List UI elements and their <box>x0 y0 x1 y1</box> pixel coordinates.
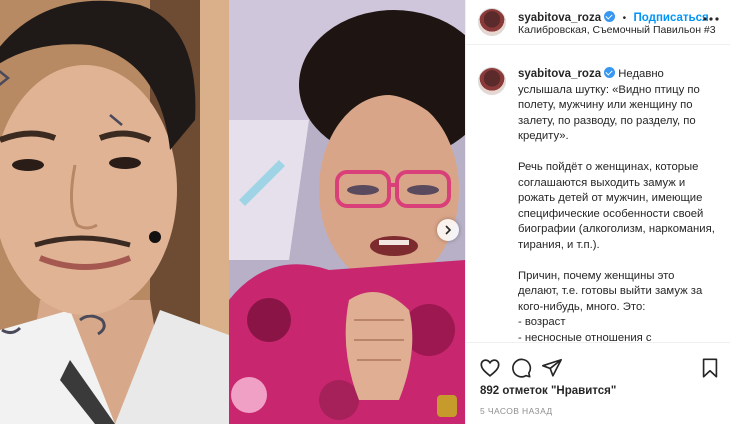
next-image-button[interactable] <box>437 219 459 241</box>
bookmark-icon[interactable] <box>699 357 721 379</box>
avatar[interactable] <box>478 8 506 36</box>
caption-area: syabitova_roza Недавно услышала шутку: «… <box>466 45 730 342</box>
comment-icon[interactable] <box>510 357 532 379</box>
post-location[interactable]: Калибровская, Съемочный Павильон #3 <box>518 24 716 36</box>
verified-badge-icon <box>604 11 616 22</box>
header-separator: • <box>622 13 627 24</box>
photo-man <box>0 0 229 424</box>
caption-verified-badge-icon <box>604 67 616 78</box>
caption-username[interactable]: syabitova_roza <box>518 68 601 80</box>
header-username[interactable]: syabitova_roza <box>518 12 601 24</box>
share-icon[interactable] <box>541 357 563 379</box>
photo-woman <box>229 0 465 424</box>
post-actions: 892 отметок "Нравится" 5 ЧАСОВ НАЗАД <box>466 342 730 425</box>
follow-button[interactable]: Подписаться <box>634 12 709 24</box>
likes-count[interactable]: 892 отметок "Нравится" <box>480 385 616 397</box>
caption-avatar[interactable] <box>478 67 506 95</box>
post-side-panel: syabitova_roza • Подписаться Калибровска… <box>466 0 730 425</box>
caption: syabitova_roza Недавно услышала шутку: «… <box>518 67 718 342</box>
post-header: syabitova_roza • Подписаться Калибровска… <box>466 0 730 45</box>
post-media[interactable] <box>0 0 465 424</box>
more-options-icon[interactable] <box>702 9 720 27</box>
post-timestamp[interactable]: 5 ЧАСОВ НАЗАД <box>480 406 553 416</box>
caption-text: Недавно услышала шутку: «Видно птицу по … <box>518 68 715 342</box>
photo-woman-illustration <box>229 0 465 424</box>
photo-man-illustration <box>0 0 229 424</box>
more-dots <box>703 17 719 21</box>
chevron-right-icon <box>445 225 452 235</box>
heart-icon[interactable] <box>479 357 501 379</box>
